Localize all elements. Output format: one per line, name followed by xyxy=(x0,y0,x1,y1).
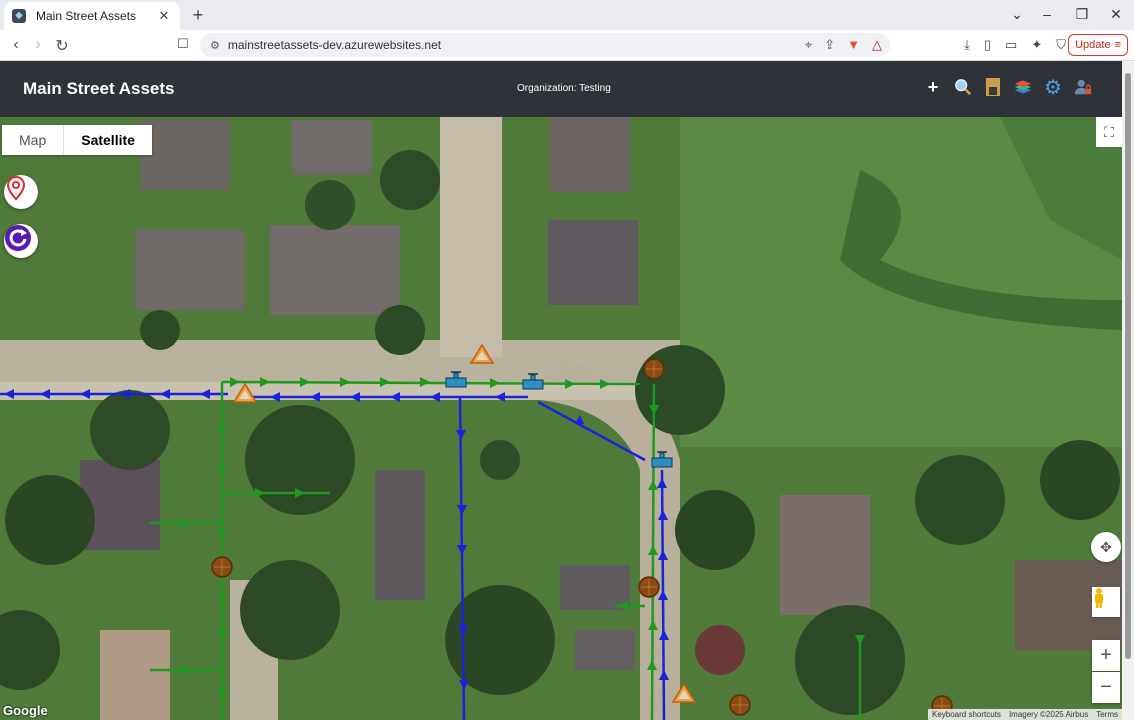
update-button[interactable]: Update ≡ xyxy=(1068,34,1128,56)
layers-icon[interactable] xyxy=(1014,77,1032,97)
bookmark-icon[interactable] xyxy=(984,77,1002,97)
camera-move-icon: ✥ xyxy=(1100,538,1112,555)
zoom-in-button[interactable]: + xyxy=(1092,640,1120,671)
plus-icon[interactable]: + xyxy=(924,77,942,97)
app-title: Main Street Assets xyxy=(23,79,175,98)
satellite-imagery xyxy=(0,117,1122,720)
forward-icon[interactable]: › xyxy=(28,36,48,54)
map-type-map[interactable]: Map xyxy=(2,125,64,155)
google-logo: Google xyxy=(3,703,48,718)
url-bar[interactable]: ⚙ mainstreetassets-dev.azurewebsites.net… xyxy=(200,33,890,57)
map-type-control: Map Satellite xyxy=(2,125,152,155)
sidebar-icon[interactable]: ▯ xyxy=(984,37,991,53)
user-lock-icon[interactable] xyxy=(1074,77,1092,97)
browser-tab-strip: ◆ Main Street Assets ✕ + ⌄ – ❐ ✕ xyxy=(0,0,1134,30)
location-pin-icon xyxy=(6,175,26,201)
map-view[interactable]: Map Satellite ⛶ ✥ + − Google Keyboard sh… xyxy=(0,117,1122,720)
tab-close-icon[interactable]: ✕ xyxy=(156,8,172,24)
downloads-icon[interactable]: ⤓ xyxy=(964,37,970,53)
new-tab-button[interactable]: + xyxy=(188,5,208,26)
refresh-icon xyxy=(5,225,31,251)
fullscreen-icon: ⛶ xyxy=(1104,123,1114,140)
app-header: Main Street Assets Organization: Testing… xyxy=(0,61,1122,117)
zoom-out-button[interactable]: − xyxy=(1092,672,1120,703)
organization-label: Organization: Testing xyxy=(517,83,611,94)
pegman-icon xyxy=(1095,588,1103,608)
page-scrollbar[interactable] xyxy=(1122,61,1134,720)
site-settings-icon[interactable]: ⚙ xyxy=(210,39,220,52)
camera-control-button[interactable]: ✥ xyxy=(1091,532,1121,562)
tab-title: Main Street Assets xyxy=(36,9,137,23)
minimize-icon[interactable]: – xyxy=(1037,6,1057,22)
close-window-icon[interactable]: ✕ xyxy=(1106,6,1126,23)
maximize-icon[interactable]: ❐ xyxy=(1072,6,1092,23)
browser-toolbar: ‹ › ↻ ☐ ⚙ mainstreetassets-dev.azurewebs… xyxy=(0,30,1134,61)
browser-tab[interactable]: ◆ Main Street Assets ✕ xyxy=(4,2,180,30)
fullscreen-button[interactable]: ⛶ xyxy=(1096,117,1122,147)
reload-icon[interactable]: ↻ xyxy=(52,36,72,56)
menu-icon: ≡ xyxy=(1114,39,1121,51)
update-label: Update xyxy=(1075,39,1111,51)
search-icon[interactable] xyxy=(954,77,972,97)
imagery-credit: Imagery ©2025 Airbus xyxy=(1008,710,1089,719)
vpn-icon[interactable]: ⛉ xyxy=(1056,37,1066,53)
brave-rewards-icon[interactable]: △ xyxy=(872,37,882,53)
site-favicon-icon: ◆ xyxy=(12,9,26,23)
bookmark-page-icon[interactable]: ☐ xyxy=(173,36,193,52)
url-text: mainstreetassets-dev.azurewebsites.net xyxy=(227,38,442,52)
map-attribution: Keyboard shortcuts Imagery ©2025 Airbus … xyxy=(928,709,1122,720)
share-icon[interactable]: ⇪ xyxy=(824,37,835,53)
add-location-button[interactable] xyxy=(4,175,38,209)
leo-ai-icon[interactable]: ✦ xyxy=(1031,37,1042,53)
gear-icon[interactable]: ⚙ xyxy=(1044,77,1062,99)
back-icon[interactable]: ‹ xyxy=(6,36,26,54)
location-icon[interactable]: ⌖ xyxy=(805,37,812,53)
refresh-button[interactable] xyxy=(4,224,38,258)
map-type-satellite[interactable]: Satellite xyxy=(63,125,152,155)
tab-search-chevron-icon[interactable]: ⌄ xyxy=(1007,6,1027,23)
wallet-icon[interactable]: ▭ xyxy=(1005,37,1017,53)
scrollbar-thumb[interactable] xyxy=(1125,73,1131,659)
brave-shields-icon[interactable]: ▼ xyxy=(847,37,860,53)
street-view-pegman[interactable] xyxy=(1092,587,1120,617)
terms-link[interactable]: Terms xyxy=(1096,710,1118,719)
keyboard-shortcuts-link[interactable]: Keyboard shortcuts xyxy=(932,710,1001,719)
